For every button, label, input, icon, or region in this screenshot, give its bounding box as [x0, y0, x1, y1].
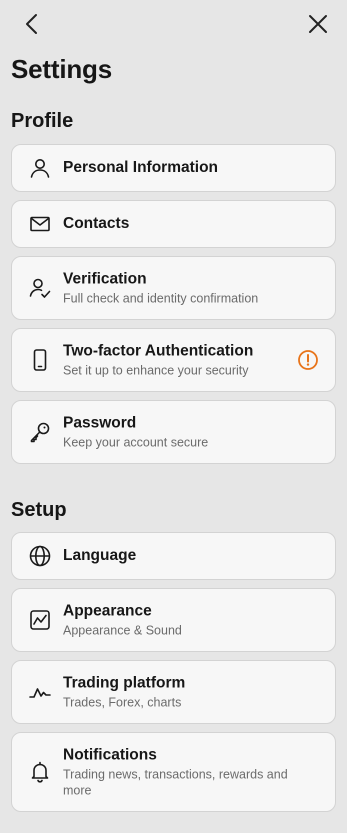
item-subtitle: Trading news, transactions, rewards and …: [63, 767, 288, 798]
item-subtitle: Set it up to enhance your security: [63, 363, 249, 378]
top-bar: [0, 0, 347, 48]
settings-item-appearance[interactable]: Appearance Appearance & Sound: [11, 588, 336, 652]
settings-item-trading-platform[interactable]: Trading platform Trades, Forex, charts: [11, 660, 336, 724]
item-label: Language: [63, 547, 137, 564]
item-label: Personal Information: [63, 159, 219, 176]
warning-icon: [297, 349, 319, 371]
close-icon: [309, 15, 327, 33]
settings-item-personal-information[interactable]: Personal Information: [11, 144, 336, 192]
section-title-profile: Profile: [11, 110, 74, 132]
settings-item-language[interactable]: Language: [11, 532, 336, 580]
item-label: Appearance: [63, 602, 152, 620]
item-label: Password: [63, 414, 137, 432]
item-subtitle: Full check and identity confirmation: [63, 291, 259, 306]
globe-icon: [28, 544, 52, 568]
chart-frame-icon: [28, 608, 52, 632]
back-button[interactable]: [20, 12, 44, 36]
user-check-icon: [28, 276, 52, 300]
item-label: Two-factor Authentication: [63, 342, 254, 360]
item-label: Verification: [63, 270, 147, 288]
settings-item-verification[interactable]: Verification Full check and identity con…: [11, 256, 336, 320]
user-icon: [28, 156, 52, 180]
item-label: Trading platform: [63, 674, 186, 692]
item-subtitle: Keep your account secure: [63, 435, 209, 450]
item-subtitle: Appearance & Sound: [63, 623, 182, 638]
chevron-left-icon: [26, 14, 37, 34]
page-title: Settings: [11, 54, 112, 84]
item-subtitle: Trades, Forex, charts: [63, 695, 182, 710]
bell-icon: [28, 760, 52, 784]
settings-item-notifications[interactable]: Notifications Trading news, transactions…: [11, 732, 336, 812]
settings-item-password[interactable]: Password Keep your account secure: [11, 400, 336, 464]
item-label: Contacts: [63, 215, 130, 232]
section-title-setup: Setup: [11, 499, 67, 521]
close-button[interactable]: [306, 12, 330, 36]
line-chart-icon: [28, 680, 52, 704]
mail-icon: [28, 212, 52, 236]
key-icon: [28, 420, 52, 444]
item-label: Notifications: [63, 746, 157, 764]
settings-item-two-factor-authentication[interactable]: Two-factor Authentication Set it up to e…: [11, 328, 336, 392]
settings-item-contacts[interactable]: Contacts: [11, 200, 336, 248]
smartphone-icon: [28, 348, 52, 372]
